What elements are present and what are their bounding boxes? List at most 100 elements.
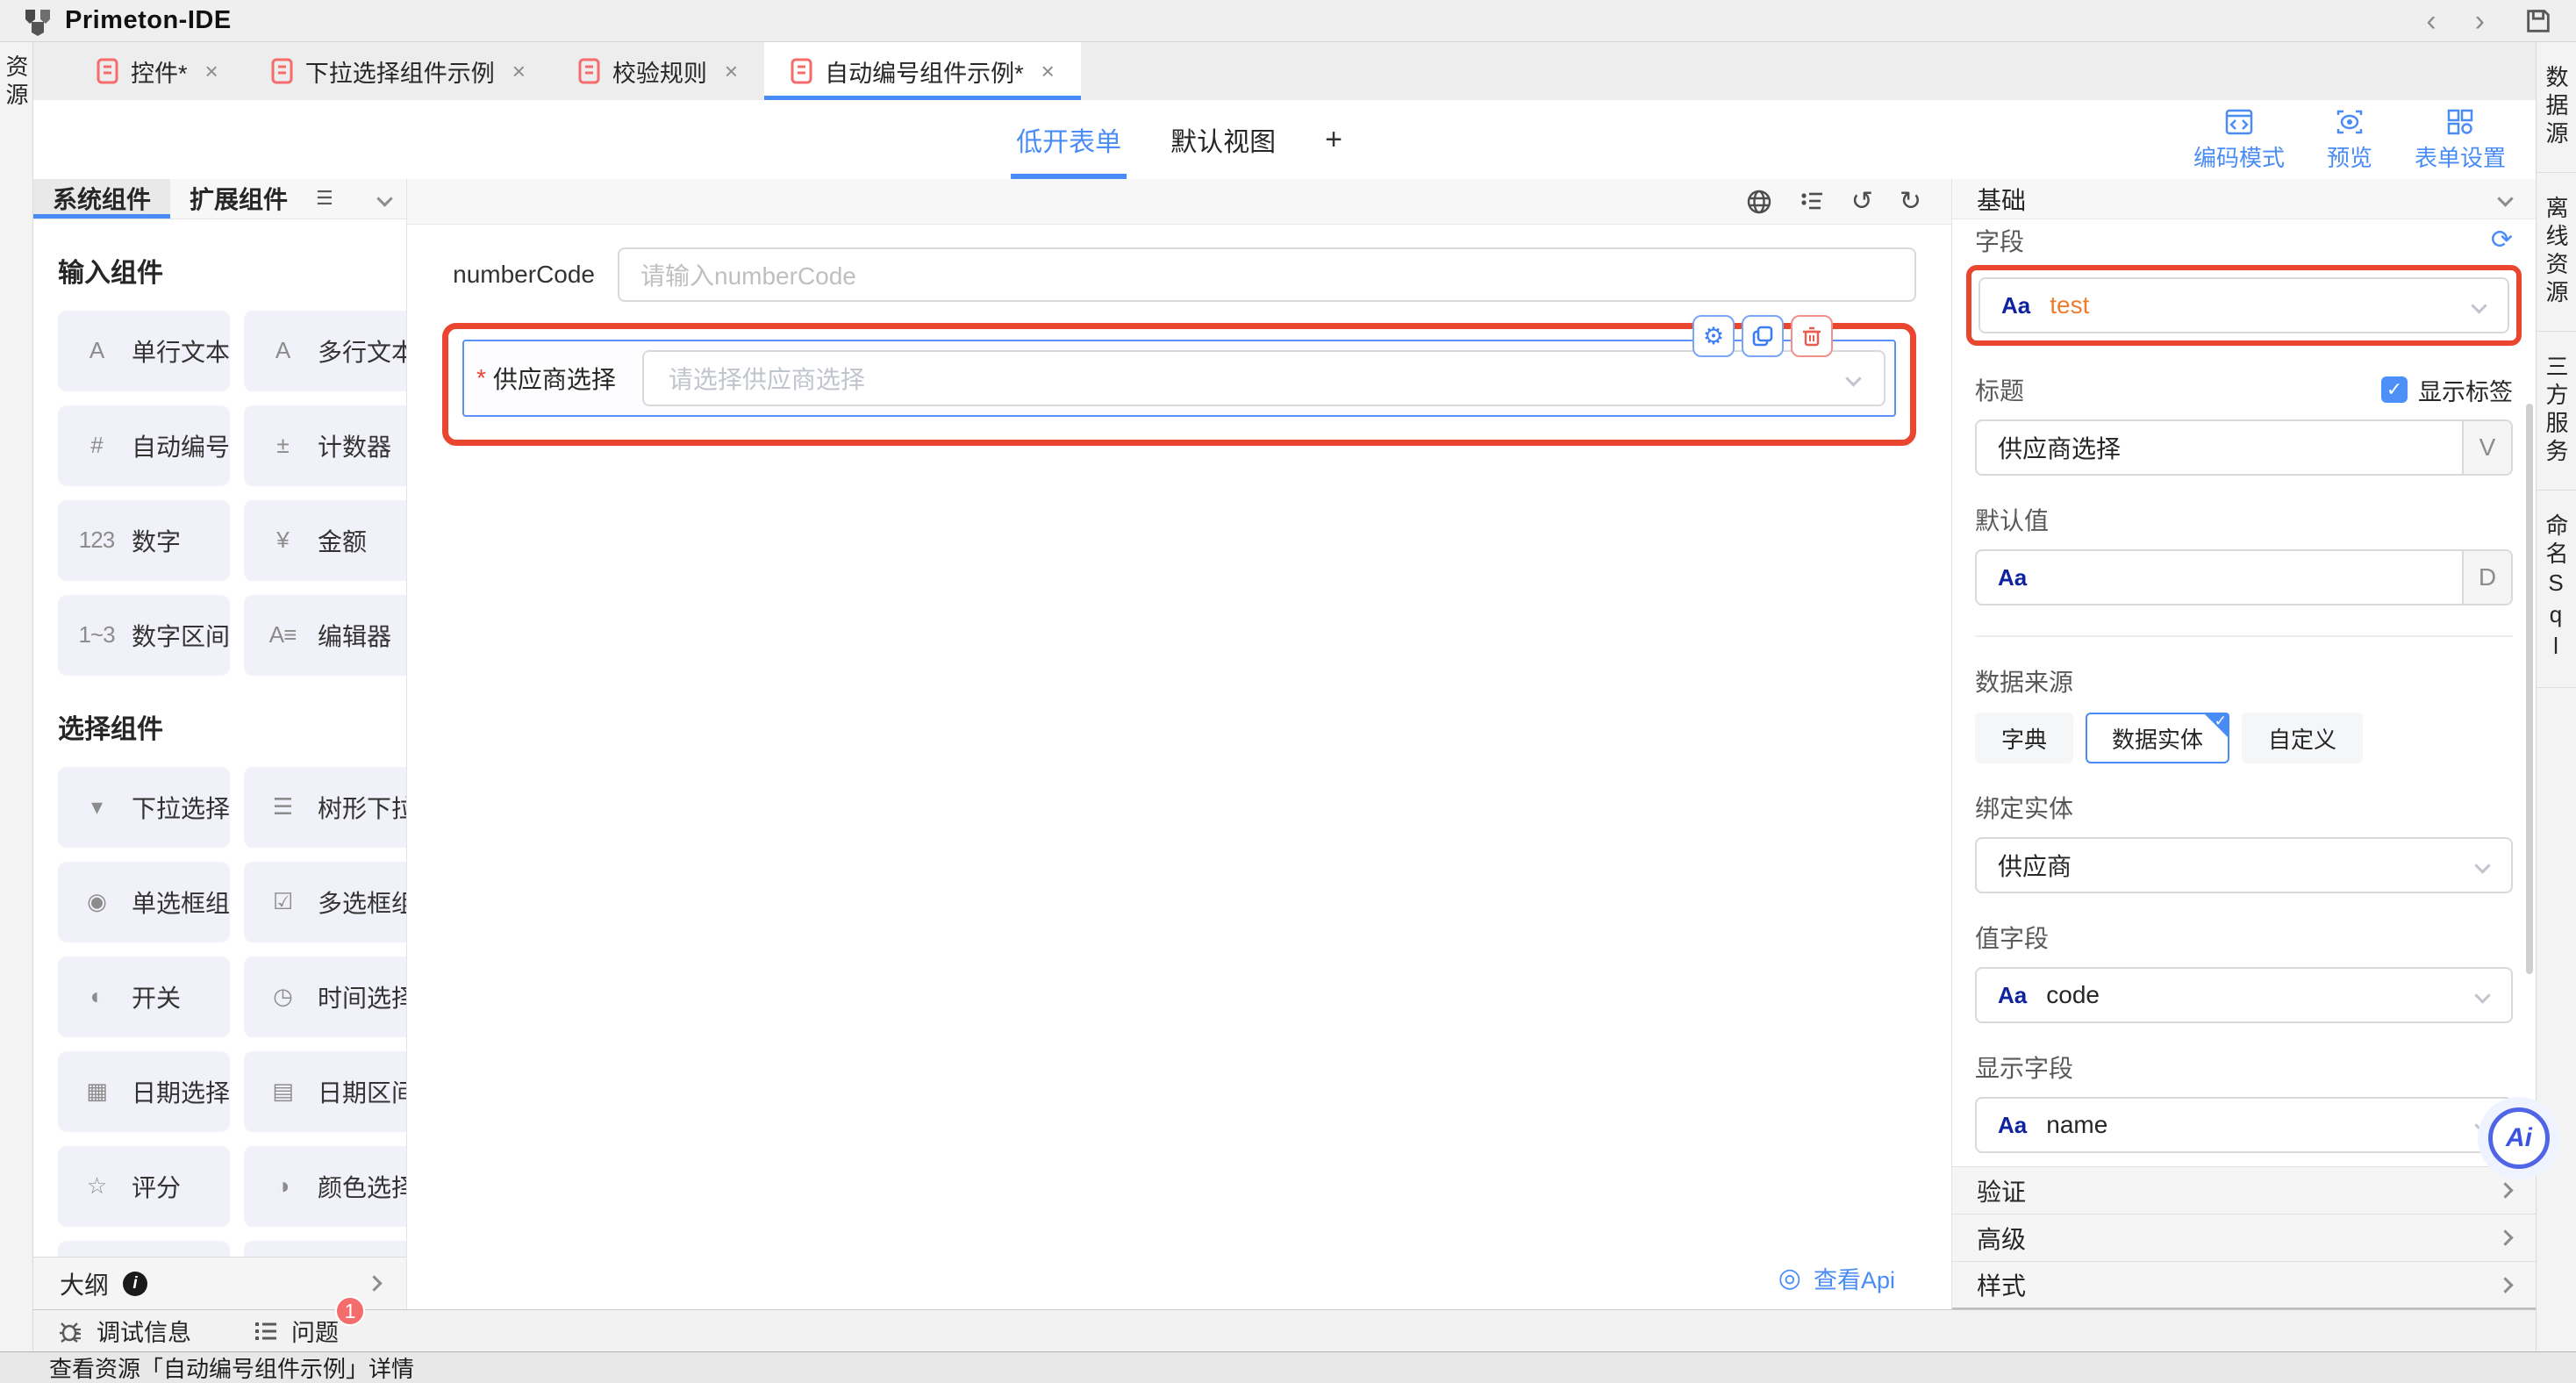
- field-supplier-selected[interactable]: * 供应商选择 请选择供应商选择: [462, 340, 1896, 417]
- problems-list-icon: [253, 1318, 279, 1344]
- i18n-globe-icon[interactable]: [1746, 189, 1772, 215]
- data-source-custom[interactable]: 自定义: [2242, 713, 2363, 763]
- status-bar: 查看资源「自动编号组件示例」详情: [0, 1351, 2576, 1383]
- palette-component[interactable]: ☑ 多选框组: [244, 862, 406, 942]
- section-style[interactable]: 样式: [1952, 1262, 2536, 1309]
- chevron-right-icon: [2497, 1277, 2513, 1293]
- code-mode-button[interactable]: 编码模式: [2193, 107, 2285, 173]
- palette-component[interactable]: 123 数字: [58, 500, 230, 581]
- supplier-select-placeholder: 请选择供应商选择: [669, 361, 865, 396]
- form-settings-button[interactable]: 表单设置: [2415, 107, 2506, 173]
- component-settings-button[interactable]: ⚙: [1692, 315, 1735, 357]
- tab-system-components[interactable]: 系统组件: [33, 179, 170, 219]
- redo-icon[interactable]: ↻: [1900, 189, 1921, 215]
- palette-component[interactable]: A≡ 编辑器: [244, 595, 406, 676]
- palette-component[interactable]: ◐ 开关: [58, 957, 230, 1037]
- palette-list-icon[interactable]: ☰: [316, 187, 333, 210]
- palette-component[interactable]: ◉ 单选框组: [58, 862, 230, 942]
- section-validation[interactable]: 验证: [1952, 1167, 2536, 1215]
- right-rail-item[interactable]: 数据源: [2537, 42, 2576, 173]
- editor-tab-active[interactable]: 自动编号组件示例* ×: [764, 42, 1081, 100]
- right-rail-item[interactable]: 离线资源: [2537, 173, 2576, 332]
- tab-extension-components[interactable]: 扩展组件: [170, 179, 307, 219]
- close-icon[interactable]: ×: [205, 58, 218, 85]
- section-advanced[interactable]: 高级: [1952, 1215, 2536, 1262]
- palette-component[interactable]: A 多行文本: [244, 311, 406, 391]
- refresh-icon[interactable]: ⟳: [2491, 227, 2513, 254]
- component-icon: 1~3: [77, 621, 116, 649]
- bind-entity-select[interactable]: 供应商: [1975, 837, 2513, 893]
- component-copy-button[interactable]: [1742, 315, 1784, 357]
- data-source-entity[interactable]: 数据实体 ✓: [2086, 713, 2229, 763]
- palette-component[interactable]: A 单行文本: [58, 311, 230, 391]
- palette-component[interactable]: ▦ 日期选择: [58, 1051, 230, 1132]
- palette-component[interactable]: ± 计数器: [244, 405, 406, 486]
- debug-info-button[interactable]: 调试信息: [58, 1314, 191, 1348]
- editor-tab[interactable]: 控件* ×: [70, 42, 245, 100]
- palette-component[interactable]: ↥ 附件上传: [58, 1241, 230, 1257]
- palette-component[interactable]: ▨ 图片: [244, 1241, 406, 1257]
- right-rail-item-label: 三方服务: [2540, 355, 2572, 467]
- palette-component[interactable]: # 自动编号: [58, 405, 230, 486]
- form-settings-icon: [2445, 107, 2475, 137]
- show-label-checkbox[interactable]: ✓: [2381, 376, 2408, 403]
- annotation-highlight-box: Aa test: [1966, 265, 2522, 346]
- ai-assistant-button[interactable]: Ai: [2488, 1107, 2550, 1169]
- palette-component[interactable]: ¥ 金额: [244, 500, 406, 581]
- left-rail-resources[interactable]: 资源: [0, 54, 32, 111]
- field-value: test: [2050, 291, 2089, 319]
- annotation-highlight-box: * 供应商选择 请选择供应商选择 ⚙: [442, 323, 1916, 446]
- close-icon[interactable]: ×: [1041, 58, 1055, 85]
- field-select[interactable]: Aa test: [1979, 277, 2509, 333]
- palette-component[interactable]: ◷ 时间选择: [244, 957, 406, 1037]
- right-rail-item[interactable]: 三方服务: [2537, 332, 2576, 491]
- close-icon[interactable]: ×: [512, 58, 526, 85]
- palette-component[interactable]: 1~3 数字区间: [58, 595, 230, 676]
- component-icon: ☰: [263, 793, 302, 820]
- inspector-header[interactable]: 基础: [1952, 179, 2536, 219]
- undo-icon[interactable]: ↺: [1851, 189, 1873, 215]
- nav-back-icon[interactable]: ‹: [2426, 6, 2436, 36]
- inspector-collapse-chevron-icon[interactable]: [2497, 190, 2513, 206]
- component-icon: ◐: [77, 983, 116, 1010]
- title-suffix-button[interactable]: V: [2462, 421, 2511, 474]
- numbercode-input[interactable]: 请输入numberCode: [618, 247, 1916, 302]
- palette-component[interactable]: ◑ 颜色选择: [244, 1146, 406, 1227]
- palette-component[interactable]: ☰ 树形下拉: [244, 767, 406, 848]
- component-icon: 123: [77, 527, 116, 554]
- problems-button[interactable]: 问题 1: [253, 1314, 339, 1348]
- palette-component[interactable]: ▾ 下拉选择: [58, 767, 230, 848]
- component-delete-button[interactable]: [1791, 315, 1833, 357]
- component-icon: ±: [263, 432, 302, 459]
- type-text-icon: Aa: [1998, 564, 2027, 591]
- preview-button[interactable]: 预览: [2327, 107, 2372, 173]
- component-label: 金额: [318, 523, 367, 558]
- scrollbar-thumb[interactable]: [2526, 404, 2533, 974]
- close-icon[interactable]: ×: [725, 58, 738, 85]
- editor-tab[interactable]: 下拉选择组件示例 ×: [245, 42, 552, 100]
- section-title-input: 输入组件: [58, 251, 382, 290]
- title-input[interactable]: 供应商选择: [1977, 421, 2462, 474]
- default-value-suffix-button[interactable]: D: [2462, 551, 2511, 604]
- view-api-link[interactable]: ◎ 查看Api: [1778, 1261, 1895, 1295]
- tab-lowcode-form[interactable]: 低开表单: [1016, 100, 1121, 179]
- data-source-dict[interactable]: 字典: [1975, 713, 2073, 763]
- field-numbercode[interactable]: numberCode 请输入numberCode: [442, 247, 1916, 302]
- value-field-select[interactable]: Aa code: [1975, 967, 2513, 1023]
- default-value-input[interactable]: Aa: [1977, 551, 2462, 604]
- editor-tab[interactable]: 校验规则 ×: [552, 42, 764, 100]
- add-view-button[interactable]: +: [1325, 123, 1342, 157]
- display-field-select[interactable]: Aa name: [1975, 1097, 2513, 1153]
- palette-component[interactable]: ☆ 评分: [58, 1146, 230, 1227]
- palette-component[interactable]: ▤ 日期区间: [244, 1051, 406, 1132]
- gear-icon: ⚙: [1703, 323, 1724, 350]
- supplier-select-input[interactable]: 请选择供应商选择: [642, 350, 1885, 406]
- outline-expand-chevron-icon[interactable]: [366, 1275, 382, 1291]
- save-icon[interactable]: [2523, 6, 2553, 36]
- tab-default-view[interactable]: 默认视图: [1170, 100, 1276, 179]
- right-rail-item[interactable]: 命名Sql: [2537, 491, 2576, 688]
- palette-collapse-chevron-icon[interactable]: [376, 190, 392, 206]
- outline-tree-icon[interactable]: [1799, 189, 1825, 215]
- nav-forward-icon[interactable]: ›: [2475, 6, 2485, 36]
- component-label: 开关: [132, 979, 181, 1014]
